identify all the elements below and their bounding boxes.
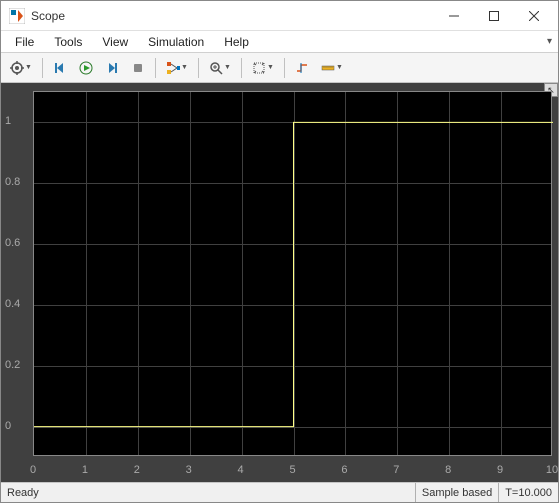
grid-line: [501, 92, 502, 455]
status-time: T=10.000: [498, 483, 558, 502]
x-tick-label: 10: [546, 464, 558, 476]
measurements-button[interactable]: ▼: [316, 56, 348, 80]
plot-axes[interactable]: [33, 91, 552, 456]
menu-view[interactable]: View: [92, 33, 138, 51]
window-title: Scope: [31, 9, 434, 23]
x-tick-label: 6: [341, 464, 347, 476]
close-button[interactable]: [514, 2, 554, 30]
window-controls: [434, 2, 554, 30]
autoscale-button[interactable]: ▼: [247, 56, 279, 80]
grid-line: [34, 122, 551, 123]
x-tick-label: 2: [134, 464, 140, 476]
y-tick-label: 0: [5, 420, 11, 432]
menu-file[interactable]: File: [5, 33, 44, 51]
x-tick-label: 1: [82, 464, 88, 476]
grid-line: [190, 92, 191, 455]
x-tick-label: 0: [30, 464, 36, 476]
signal-selector-button[interactable]: ▼: [161, 56, 193, 80]
grid-line: [449, 92, 450, 455]
status-sample: Sample based: [415, 483, 498, 502]
x-tick-label: 4: [238, 464, 244, 476]
grid-line: [242, 92, 243, 455]
grid-line: [34, 305, 551, 306]
grid-line: [34, 427, 551, 428]
x-tick-label: 8: [445, 464, 451, 476]
minimize-button[interactable]: [434, 2, 474, 30]
grid-line: [397, 92, 398, 455]
maximize-button[interactable]: [474, 2, 514, 30]
y-tick-label: 0.6: [5, 237, 20, 249]
y-tick-label: 0.2: [5, 359, 20, 371]
x-tick-label: 5: [289, 464, 295, 476]
statusbar: Ready Sample based T=10.000: [1, 482, 558, 502]
separator: [42, 58, 43, 78]
triggers-button[interactable]: [290, 56, 314, 80]
grid-line: [345, 92, 346, 455]
menubar: File Tools View Simulation Help ▾: [1, 31, 558, 53]
menu-overflow-icon[interactable]: ▾: [547, 36, 552, 47]
separator: [284, 58, 285, 78]
toolbar: ▼ ▼ ▼ ▼ ▼: [1, 53, 558, 83]
menu-simulation[interactable]: Simulation: [138, 33, 214, 51]
separator: [155, 58, 156, 78]
grid-line: [294, 92, 295, 455]
menu-tools[interactable]: Tools: [44, 33, 92, 51]
stop-button[interactable]: [126, 56, 150, 80]
status-ready: Ready: [1, 487, 415, 499]
configure-button[interactable]: ▼: [5, 56, 37, 80]
y-tick-label: 0.4: [5, 298, 20, 310]
zoom-button[interactable]: ▼: [204, 56, 236, 80]
x-tick-label: 9: [497, 464, 503, 476]
run-button[interactable]: [74, 56, 98, 80]
step-back-button[interactable]: [48, 56, 72, 80]
grid-line: [34, 366, 551, 367]
menu-help[interactable]: Help: [214, 33, 259, 51]
grid-line: [34, 244, 551, 245]
y-tick-label: 1: [5, 115, 11, 127]
plot-area[interactable]: ↖ 01234567891000.20.40.60.81: [1, 83, 558, 482]
app-icon: [9, 8, 25, 24]
titlebar: Scope: [1, 1, 558, 31]
grid-line: [86, 92, 87, 455]
separator: [198, 58, 199, 78]
grid-line: [34, 183, 551, 184]
step-forward-button[interactable]: [100, 56, 124, 80]
x-tick-label: 3: [186, 464, 192, 476]
separator: [241, 58, 242, 78]
y-tick-label: 0.8: [5, 176, 20, 188]
x-tick-label: 7: [393, 464, 399, 476]
grid-line: [138, 92, 139, 455]
